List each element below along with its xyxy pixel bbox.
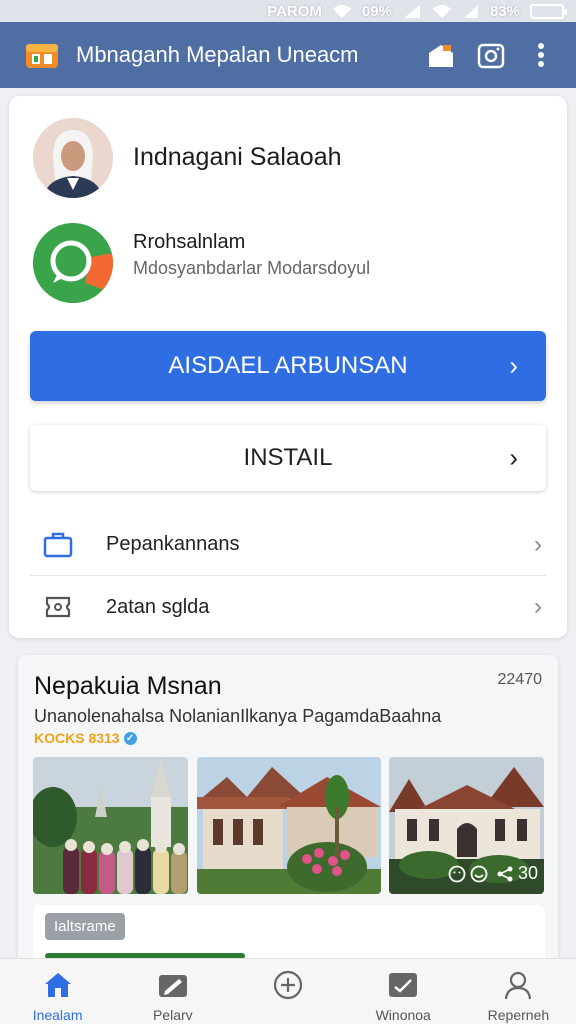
share-count[interactable]: 30 — [496, 863, 538, 884]
chevron-right-icon: › — [534, 593, 542, 620]
bottom-navigation: Inealam Pelarv Winonoa Reperneh — [0, 958, 576, 1024]
avatar-image — [33, 118, 113, 198]
app-logo-icon — [26, 44, 58, 68]
contact-description: Mdosyanbdarlar Modarsdoyul — [133, 258, 371, 278]
post-card[interactable]: Nepakuia Msnan 22470 Unanolenahalsa Nola… — [18, 655, 558, 985]
sub-tag[interactable]: Ialtsrame — [45, 913, 125, 940]
more-vert-icon — [538, 43, 544, 67]
install-label: INSTAIL — [243, 444, 333, 471]
nav-add[interactable] — [230, 959, 345, 1024]
reaction-icons — [448, 865, 488, 883]
battery-percent: 83% — [489, 2, 520, 20]
group-photo-image — [33, 757, 188, 894]
app-title: Mbnaganh Mepalan Uneacm — [76, 42, 359, 67]
photo-thumbnail-3[interactable]: 30 — [389, 757, 544, 894]
menu-item-label: Pepankannans — [106, 533, 240, 555]
photo-thumbnail-1[interactable] — [33, 757, 188, 894]
home-icon — [44, 973, 71, 997]
nav-edit-label: Pelarv — [152, 1007, 193, 1023]
ticket-icon — [45, 596, 71, 618]
profile-card: Indnagani Salaoah Rrohsalnlam Mdosyanbda… — [9, 96, 567, 638]
menu-item-label: 2atan sglda — [106, 595, 210, 618]
signal-icon-2 — [463, 4, 478, 18]
signal-icon — [403, 4, 420, 18]
nav-profile-label: Reperneh — [487, 1007, 550, 1023]
nav-inbox-label: Winonoa — [375, 1007, 431, 1023]
camera-button[interactable] — [472, 36, 510, 74]
more-options-button[interactable] — [522, 36, 560, 74]
wifi-icon — [332, 4, 351, 18]
briefcase-icon — [43, 532, 73, 557]
photo-thumbnail-2[interactable] — [197, 757, 381, 894]
chevron-right-icon: › — [509, 442, 518, 473]
app-bar: Mbnaganh Mepalan Uneacm — [0, 22, 576, 88]
profile-icon — [505, 971, 532, 1000]
status-network: 09% — [361, 2, 392, 20]
primary-action-label: AISDAEL ARBUNSAN — [168, 352, 408, 379]
profile-name: Indnagani Salaoah — [133, 143, 342, 171]
menu-item-1[interactable]: Pepankannans › — [30, 514, 546, 576]
whatsapp-icon[interactable] — [33, 223, 113, 303]
nav-home-label: Inealam — [32, 1007, 83, 1023]
share-count-text: 30 — [517, 863, 538, 883]
wifi-icon-2 — [432, 4, 451, 18]
post-meta: KOCKS 8313 ✓ — [34, 730, 137, 746]
chevron-right-icon: › — [534, 530, 542, 558]
chat-bubble-icon — [33, 223, 113, 303]
avatar[interactable] — [33, 118, 113, 198]
contact-title: Rrohsalnlam — [133, 231, 246, 253]
post-count: 22470 — [497, 671, 543, 688]
nav-home[interactable]: Inealam — [0, 959, 115, 1024]
edit-icon — [158, 975, 187, 997]
post-meta-text: KOCKS 8313 — [34, 730, 120, 746]
status-carrier: PAROM — [267, 2, 322, 20]
post-title: Nepakuia Msnan — [34, 672, 222, 700]
nav-inbox[interactable]: Winonoa — [346, 959, 461, 1024]
menu-item-2[interactable]: 2atan sglda › — [30, 576, 546, 638]
primary-action-button[interactable]: AISDAEL ARBUNSAN › — [30, 331, 546, 401]
emoji-icon — [470, 865, 488, 882]
chevron-right-icon: › — [509, 350, 518, 381]
thumbnail-overlay: 30 — [448, 863, 538, 884]
store-button[interactable] — [422, 36, 460, 74]
nav-edit[interactable]: Pelarv — [115, 959, 230, 1024]
add-circle-icon — [273, 970, 303, 1000]
camera-icon — [477, 43, 505, 69]
status-bar: PAROM 09% 83% — [0, 0, 576, 22]
battery-icon — [530, 3, 567, 19]
install-button[interactable]: INSTAIL › — [30, 425, 546, 491]
traditional-house-image — [197, 757, 381, 894]
nav-profile[interactable]: Reperneh — [461, 959, 576, 1024]
store-icon — [429, 45, 453, 67]
verified-icon: ✓ — [123, 731, 137, 745]
inbox-icon — [389, 973, 418, 997]
smile-icon — [448, 865, 466, 882]
share-icon — [497, 866, 513, 881]
post-description: Unanolenahalsa NolanianIlkanya PagamdaBa… — [34, 706, 442, 726]
